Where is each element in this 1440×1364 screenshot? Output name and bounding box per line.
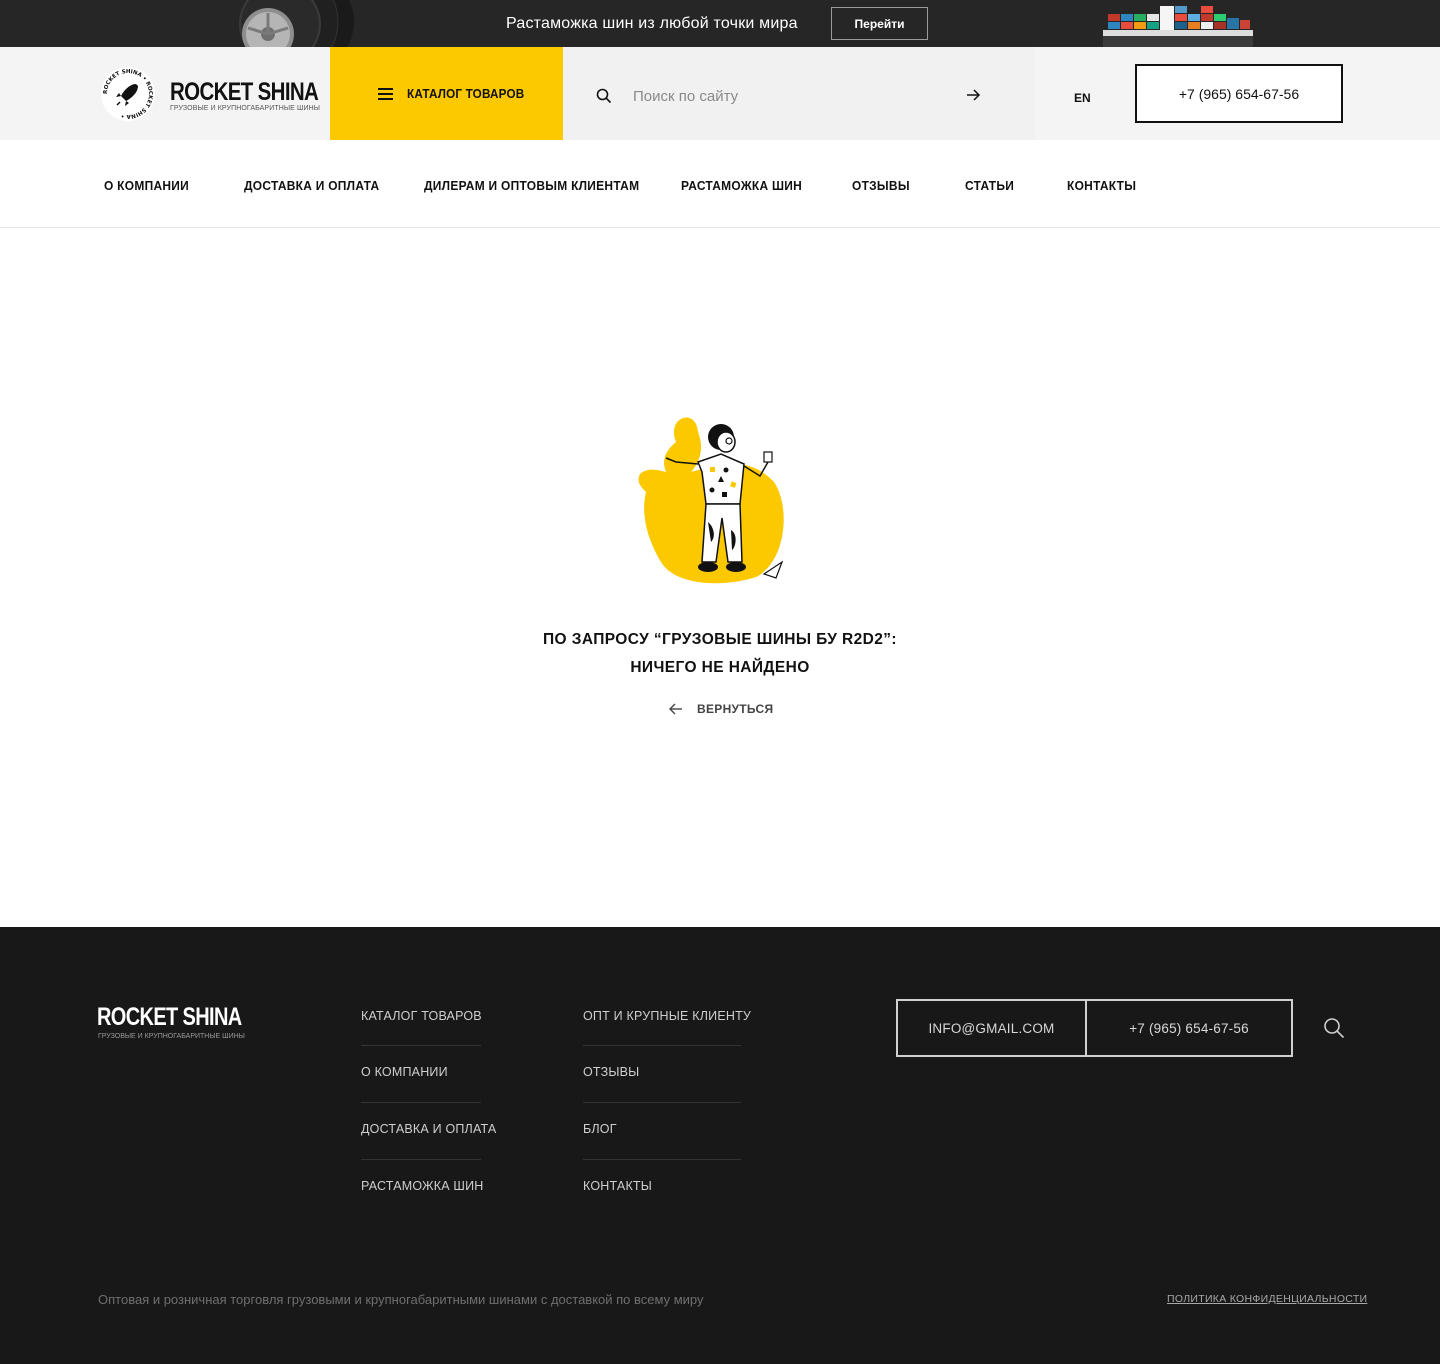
back-link[interactable]: ВЕРНУТЬСЯ: [668, 700, 773, 718]
logo-title[interactable]: ROCKET SHINA: [170, 78, 319, 107]
nav-item-customs[interactable]: РАСТАМОЖКА ШИН: [681, 178, 802, 193]
footer-menu-1: КАТАЛОГ ТОВАРОВ О КОМПАНИИ ДОСТАВКА И ОП…: [361, 996, 496, 1217]
logo-subtitle: ГРУЗОВЫЕ И КРУПНОГАБАРИТНЫЕ ШИНЫ: [170, 105, 321, 112]
footer-link-wholesale[interactable]: ОПТ И КРУПНЫЕ КЛИЕНТУ: [583, 996, 751, 1046]
footer-link-about[interactable]: О КОМПАНИИ: [361, 1046, 481, 1103]
main-nav: О КОМПАНИИ ДОСТАВКА И ОПЛАТА ДИЛЕРАМ И О…: [0, 140, 1440, 228]
footer-menu-2: ОПТ И КРУПНЫЕ КЛИЕНТУ ОТЗЫВЫ БЛОГ КОНТАК…: [583, 996, 751, 1217]
catalog-button[interactable]: КАТАЛОГ ТОВАРОВ: [330, 47, 563, 140]
nav-item-about[interactable]: О КОМПАНИИ: [104, 178, 189, 193]
promo-text: Растаможка шин из любой точки мира: [506, 15, 798, 32]
back-link-label: ВЕРНУТЬСЯ: [697, 702, 774, 716]
footer-email-button[interactable]: INFO@GMAIL.COM: [898, 1001, 1087, 1055]
not-found-illustration: [638, 417, 784, 584]
nav-item-articles[interactable]: СТАТЬИ: [965, 178, 1014, 193]
footer-link-delivery[interactable]: ДОСТАВКА И ОПЛАТА: [361, 1103, 496, 1160]
menu-burger-icon: [378, 87, 393, 100]
language-switch[interactable]: EN: [1074, 91, 1091, 105]
footer-logo-subtitle: ГРУЗОВЫЕ И КРУПНОГАБАРИТНЫЕ ШИНЫ: [98, 1033, 245, 1040]
header-phone-button[interactable]: +7 (965) 654-67-56: [1135, 64, 1343, 123]
footer-link-customs[interactable]: РАСТАМОЖКА ШИН: [361, 1160, 483, 1217]
tires-image: [239, 0, 354, 47]
nav-item-dealers[interactable]: ДИЛЕРАМ И ОПТОВЫМ КЛИЕНТАМ: [424, 178, 639, 193]
rocket-logo-icon[interactable]: ROCKET SHINA • ROCKET SHINA •: [100, 66, 156, 122]
footer-link-catalog[interactable]: КАТАЛОГ ТОВАРОВ: [361, 996, 482, 1046]
footer-contacts: INFO@GMAIL.COM +7 (965) 654-67-56: [896, 999, 1293, 1057]
search-bar: [563, 47, 1035, 140]
search-input[interactable]: [633, 81, 933, 111]
footer-link-contacts[interactable]: КОНТАКТЫ: [583, 1160, 741, 1217]
arrow-right-icon[interactable]: [965, 87, 981, 103]
not-found-text: НИЧЕГО НЕ НАЙДЕНО: [630, 659, 810, 676]
container-ship-image: [1103, 6, 1253, 47]
nav-item-reviews[interactable]: ОТЗЫВЫ: [852, 178, 910, 193]
promo-go-button[interactable]: Перейти: [831, 7, 928, 40]
footer-search-icon[interactable]: [1323, 1017, 1345, 1039]
footer-logo-title[interactable]: ROCKET SHINA: [97, 1003, 242, 1032]
catalog-button-label: КАТАЛОГ ТОВАРОВ: [407, 86, 525, 101]
arrow-left-icon: [669, 703, 682, 715]
footer-description: Оптовая и розничная торговля грузовыми и…: [98, 1292, 704, 1307]
not-found-message: ПО ЗАПРОСУ “ГРУЗОВЫЕ ШИНЫ БУ R2D2”: НИЧЕ…: [420, 626, 1020, 682]
promo-banner: Растаможка шин из любой точки мира Перей…: [0, 0, 1440, 47]
footer-link-reviews[interactable]: ОТЗЫВЫ: [583, 1046, 741, 1103]
site-footer: ROCKET SHINA ГРУЗОВЫЕ И КРУПНОГАБАРИТНЫЕ…: [0, 927, 1440, 1364]
nav-item-contacts[interactable]: КОНТАКТЫ: [1067, 178, 1136, 193]
footer-link-blog[interactable]: БЛОГ: [583, 1103, 741, 1160]
search-icon: [596, 88, 612, 104]
footer-phone-button[interactable]: +7 (965) 654-67-56: [1087, 1001, 1291, 1055]
nav-item-delivery[interactable]: ДОСТАВКА И ОПЛАТА: [244, 178, 379, 193]
not-found-query: ПО ЗАПРОСУ “ГРУЗОВЫЕ ШИНЫ БУ R2D2”:: [543, 631, 897, 648]
site-header: ROCKET SHINA • ROCKET SHINA • ROCKET SHI…: [0, 47, 1440, 140]
privacy-policy-link[interactable]: ПОЛИТИКА КОНФИДЕНЦИАЛЬНОСТИ: [1167, 1293, 1367, 1305]
